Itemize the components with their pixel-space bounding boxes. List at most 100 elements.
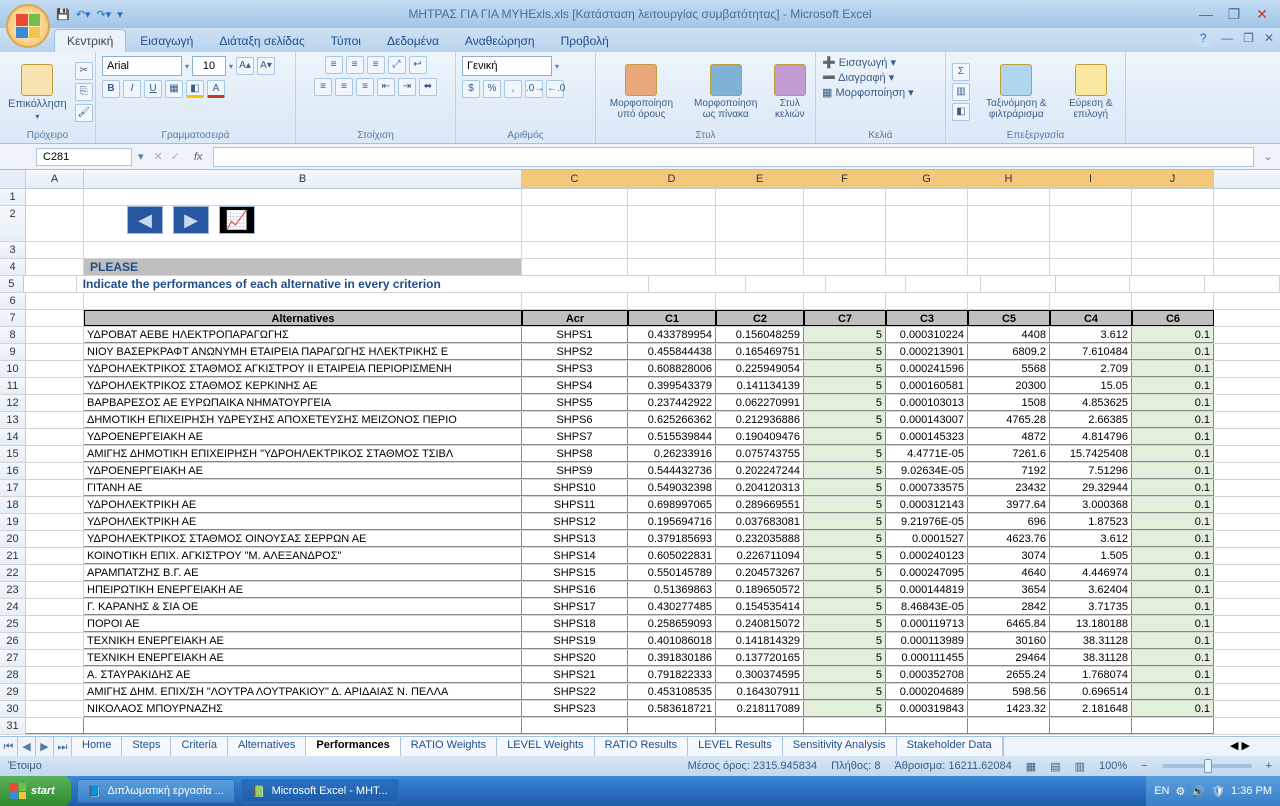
format-table-button[interactable]: Μορφοποίηση ως πίνακα [687,62,765,122]
c7[interactable]: 5 [804,667,886,683]
tab-data[interactable]: Δεδομένα [375,30,451,52]
c2[interactable]: 0.165469751 [716,344,804,360]
cell[interactable] [886,189,968,205]
border-icon[interactable]: ▦ [165,80,183,98]
minimize-button[interactable]: — [1194,6,1218,22]
currency-icon[interactable]: $ [462,80,480,98]
c7[interactable]: 5 [804,344,886,360]
c5[interactable]: 7192 [968,463,1050,479]
autosum-icon[interactable]: Σ [952,63,970,81]
sheet-tab-stakeholder-data[interactable]: Stakeholder Data [897,737,1003,756]
view-layout-icon[interactable]: ▤ [1050,760,1060,773]
cell-styles-button[interactable]: Στυλ κελιών [771,62,809,122]
alt-name[interactable]: ΒΑΡΒΑΡΕΣΟΣ ΑΕ ΕΥΡΩΠΑΙΚΑ ΝΗΜΑΤΟΥΡΓΕΙΑ [84,395,522,411]
align-mid-icon[interactable]: ≡ [346,56,364,74]
c2[interactable]: 0.137720165 [716,650,804,666]
mdi-minimize-icon[interactable]: — [1221,31,1233,47]
font-size-combo[interactable] [192,56,226,76]
alt-name[interactable]: ΥΔΡΟΗΛΕΚΤΡΙΚΗ ΑΕ [84,497,522,513]
horizontal-scrollbar[interactable]: ◀ ▶ [1003,737,1280,756]
tab-home[interactable]: Κεντρική [54,29,126,52]
format-painter-icon[interactable]: 🖌 [75,104,93,122]
percent-icon[interactable]: % [483,80,501,98]
header-alternatives[interactable]: Alternatives [84,310,522,326]
cell[interactable] [84,293,522,309]
row-header[interactable]: 5 [0,276,24,292]
inc-decimal-icon[interactable]: .0→ [525,80,543,98]
c7[interactable]: 5 [804,599,886,615]
mdi-restore-icon[interactable]: ❐ [1243,31,1254,47]
cell[interactable] [886,206,968,241]
row-header[interactable]: 30 [0,701,26,717]
row-header[interactable]: 16 [0,463,26,479]
cell[interactable] [804,242,886,258]
acr[interactable]: SHPS20 [522,650,628,666]
font-color-icon[interactable]: A [207,80,225,98]
qat-more-icon[interactable]: ▾ [117,8,123,21]
cell[interactable] [26,259,84,275]
cell[interactable] [628,189,716,205]
acr[interactable]: SHPS14 [522,548,628,564]
c4[interactable]: 3.62404 [1050,582,1132,598]
find-select-button[interactable]: Εύρεση & επιλογή [1063,62,1119,122]
cell[interactable] [84,718,522,734]
c5[interactable]: 3074 [968,548,1050,564]
c3[interactable]: 0.000733575 [886,480,968,496]
zoom-in-icon[interactable]: + [1266,760,1272,772]
cell[interactable] [522,259,628,275]
c4[interactable]: 38.31128 [1050,633,1132,649]
c1[interactable]: 0.453108535 [628,684,716,700]
c3[interactable]: 0.000204689 [886,684,968,700]
cell[interactable] [26,667,84,683]
nav-chart-button[interactable]: 📈 [219,206,255,234]
c6[interactable]: 0.1 [1132,412,1214,428]
c3[interactable]: 4.4771E-05 [886,446,968,462]
cell[interactable] [649,276,746,292]
c2[interactable]: 0.062270991 [716,395,804,411]
paste-button[interactable]: Επικόλληση▾ [6,62,69,123]
c6[interactable]: 0.1 [1132,446,1214,462]
cell[interactable] [804,189,886,205]
c7[interactable]: 5 [804,514,886,530]
cell[interactable] [24,276,77,292]
c6[interactable]: 0.1 [1132,514,1214,530]
c6[interactable]: 0.1 [1132,548,1214,564]
alt-name[interactable]: Γ. ΚΑΡΑΝΗΣ & ΣΙΑ ΟΕ [84,599,522,615]
c5[interactable]: 2842 [968,599,1050,615]
sheet-tab-steps[interactable]: Steps [122,737,171,756]
c5[interactable]: 4765.28 [968,412,1050,428]
c4[interactable]: 2.709 [1050,361,1132,377]
cell[interactable] [26,344,84,360]
cell[interactable] [26,548,84,564]
c4[interactable]: 3.612 [1050,327,1132,343]
dec-decimal-icon[interactable]: ←.0 [546,80,564,98]
row-header[interactable]: 20 [0,531,26,547]
grow-font-icon[interactable]: A▴ [236,57,254,75]
col-header-H[interactable]: H [968,170,1050,188]
cell[interactable] [26,361,84,377]
c3[interactable]: 0.000145323 [886,429,968,445]
c4[interactable]: 7.610484 [1050,344,1132,360]
select-all-corner[interactable] [0,170,26,188]
c4[interactable]: 1.505 [1050,548,1132,564]
cell[interactable] [1050,259,1132,275]
c2[interactable]: 0.141134139 [716,378,804,394]
row-header[interactable]: 14 [0,429,26,445]
c6[interactable]: 0.1 [1132,633,1214,649]
cell[interactable] [26,684,84,700]
cell[interactable] [522,189,628,205]
c1[interactable]: 0.258659093 [628,616,716,632]
cell[interactable] [26,650,84,666]
c6[interactable]: 0.1 [1132,429,1214,445]
align-center-icon[interactable]: ≡ [335,78,353,96]
c5[interactable]: 30160 [968,633,1050,649]
c3[interactable]: 0.000111455 [886,650,968,666]
c7[interactable]: 5 [804,531,886,547]
c6[interactable]: 0.1 [1132,650,1214,666]
col-header-I[interactable]: I [1050,170,1132,188]
c7[interactable]: 5 [804,378,886,394]
c1[interactable]: 0.399543379 [628,378,716,394]
cell[interactable] [26,616,84,632]
c2[interactable]: 0.154535414 [716,599,804,615]
c1[interactable]: 0.401086018 [628,633,716,649]
